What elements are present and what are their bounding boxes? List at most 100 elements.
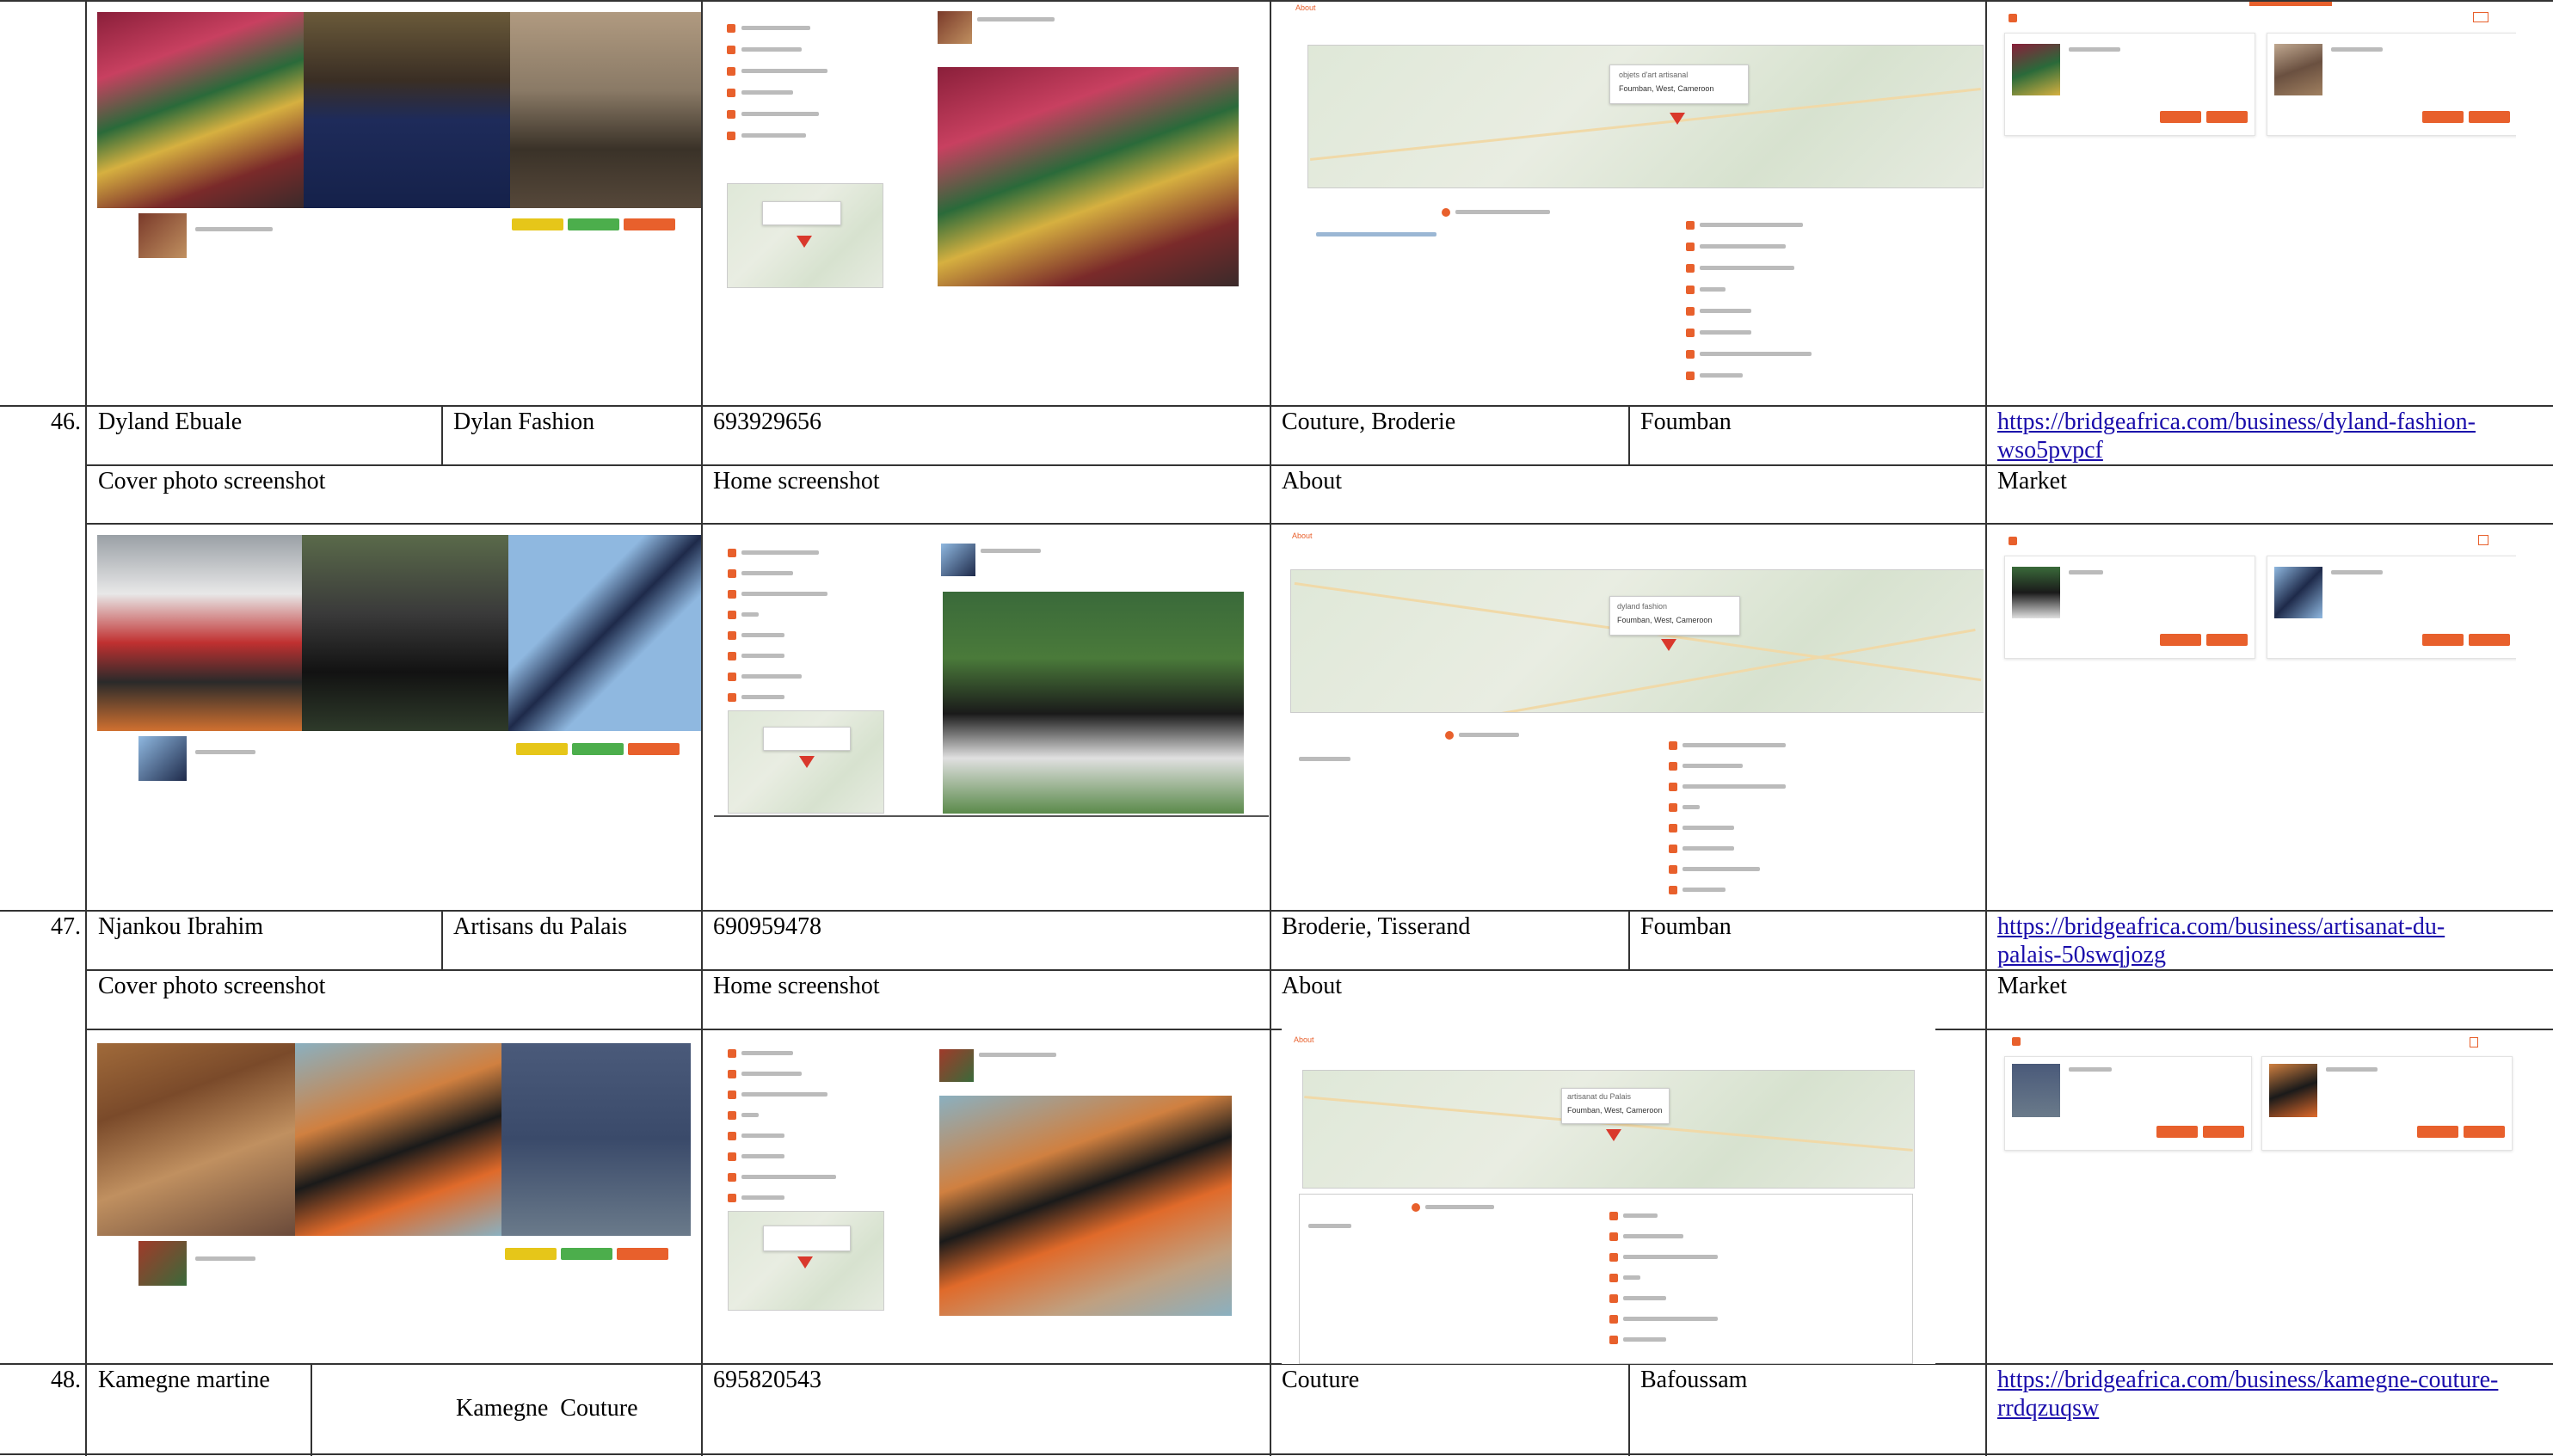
info-line bbox=[741, 633, 784, 637]
buy-now-button[interactable] bbox=[2160, 111, 2201, 123]
active-tab-indicator bbox=[2249, 2, 2332, 6]
business-link[interactable]: https://bridgeafrica.com/business/dyland… bbox=[1997, 408, 2476, 437]
phone-icon bbox=[1686, 329, 1695, 337]
row-number: 46. bbox=[51, 409, 81, 435]
buy-now-button[interactable] bbox=[2417, 1126, 2458, 1138]
info-line bbox=[1623, 1234, 1683, 1238]
info-line bbox=[1683, 888, 1726, 892]
info-line bbox=[741, 1133, 784, 1138]
info-line bbox=[1308, 1224, 1351, 1228]
cover-screenshot bbox=[97, 1043, 691, 1238]
business-link[interactable]: https://bridgeafrica.com/business/artisa… bbox=[1997, 912, 2445, 942]
product-card[interactable] bbox=[2004, 556, 2255, 659]
map-pin-icon bbox=[1606, 1129, 1621, 1141]
row-divider bbox=[0, 910, 2553, 912]
row-divider bbox=[0, 405, 2553, 407]
avatar bbox=[939, 1049, 974, 1082]
post-photo bbox=[938, 67, 1239, 286]
product-card[interactable] bbox=[2267, 33, 2516, 136]
phone-number: 693929656 bbox=[713, 409, 821, 435]
phone-icon bbox=[1669, 824, 1677, 832]
info-line bbox=[1700, 287, 1726, 292]
add-to-cart-button[interactable] bbox=[2206, 111, 2248, 123]
add-to-cart-button[interactable] bbox=[2469, 111, 2510, 123]
cover-screenshot bbox=[97, 12, 701, 210]
shirt-photo bbox=[508, 535, 701, 731]
add-to-cart-button[interactable] bbox=[2206, 634, 2248, 646]
map-popup: dyland fashion Foumban, West, Cameroon bbox=[1609, 596, 1740, 636]
product-image bbox=[2269, 1064, 2317, 1117]
follow-button[interactable] bbox=[516, 743, 568, 755]
add-product-button[interactable] bbox=[2478, 535, 2489, 545]
info-line bbox=[1700, 330, 1751, 335]
buy-now-button[interactable] bbox=[2422, 111, 2464, 123]
col-divider bbox=[85, 0, 87, 1456]
col-divider bbox=[1628, 1363, 1630, 1456]
product-card[interactable] bbox=[2261, 1056, 2513, 1151]
message-button[interactable] bbox=[572, 743, 624, 755]
about-tab-label: About bbox=[1292, 531, 1313, 540]
row-divider bbox=[0, 1453, 2553, 1455]
contact-button[interactable] bbox=[617, 1248, 668, 1260]
row-divider bbox=[0, 1363, 2553, 1365]
info-line bbox=[1425, 1205, 1494, 1209]
add-to-cart-button[interactable] bbox=[2203, 1126, 2244, 1138]
add-product-button[interactable] bbox=[2470, 1037, 2478, 1047]
info-line bbox=[741, 47, 802, 52]
outfit-photo bbox=[97, 535, 302, 731]
about-screenshot: About objets d'art artisanal Foumban, We… bbox=[1282, 2, 1984, 397]
user-icon bbox=[1609, 1232, 1618, 1241]
product-image bbox=[2274, 567, 2322, 618]
about-details-panel bbox=[1299, 1194, 1913, 1364]
search-icon bbox=[727, 46, 735, 54]
post-photo bbox=[943, 592, 1244, 814]
business-link[interactable]: https://bridgeafrica.com/business/kamegn… bbox=[1997, 1366, 2498, 1395]
follow-button[interactable] bbox=[512, 218, 563, 230]
email-icon bbox=[1686, 286, 1695, 294]
map-popup bbox=[763, 727, 851, 751]
info-line bbox=[1683, 805, 1700, 809]
screenshot-border bbox=[714, 815, 1269, 817]
business-link-cont[interactable]: rrdqzuqsw bbox=[1997, 1394, 2099, 1423]
product-card[interactable] bbox=[2004, 1056, 2252, 1151]
add-to-cart-button[interactable] bbox=[2469, 634, 2510, 646]
city: Foumban bbox=[1640, 409, 1732, 435]
map-popup: artisanat du Palais Foumban, West, Camer… bbox=[1561, 1088, 1670, 1124]
business-link-cont[interactable]: palais-50swqjozg bbox=[1997, 941, 2166, 970]
about-screenshot: About artisanat du Palais Foumban, West,… bbox=[1282, 1029, 1935, 1364]
info-line bbox=[741, 1051, 793, 1055]
product-card[interactable] bbox=[2267, 556, 2516, 659]
market-screenshot bbox=[2000, 2, 2516, 174]
phone-icon bbox=[1669, 845, 1677, 853]
product-card[interactable] bbox=[2004, 33, 2255, 136]
list-icon bbox=[1609, 1212, 1618, 1220]
map-popup-title: artisanat du Palais bbox=[1567, 1092, 1632, 1101]
business-link-cont[interactable]: wso5pvpcf bbox=[1997, 436, 2103, 465]
col-divider bbox=[701, 0, 703, 1456]
add-to-cart-button[interactable] bbox=[2464, 1126, 2505, 1138]
business-name: Kamegne Couture bbox=[456, 1395, 638, 1422]
follow-button[interactable] bbox=[505, 1248, 557, 1260]
product-name-line bbox=[2069, 1067, 2112, 1072]
title-line bbox=[977, 17, 1055, 22]
phone-icon bbox=[1686, 307, 1695, 316]
buy-now-button[interactable] bbox=[2156, 1126, 2198, 1138]
info-line bbox=[1683, 867, 1760, 871]
map-popup bbox=[762, 201, 841, 225]
location-icon bbox=[727, 67, 735, 76]
contact-button[interactable] bbox=[628, 743, 680, 755]
contact-button[interactable] bbox=[624, 218, 675, 230]
buy-now-button[interactable] bbox=[2160, 634, 2201, 646]
info-line bbox=[1700, 373, 1743, 378]
product-name-line bbox=[2069, 47, 2120, 52]
location-icon bbox=[1686, 264, 1695, 273]
map-popup-location: Foumban, West, Cameroon bbox=[1619, 84, 1714, 93]
message-button[interactable] bbox=[561, 1248, 612, 1260]
map-pin-icon bbox=[1661, 639, 1676, 651]
avatar bbox=[138, 736, 187, 781]
add-product-button[interactable] bbox=[2473, 12, 2489, 22]
phone-number: 695820543 bbox=[713, 1367, 821, 1393]
message-button[interactable] bbox=[568, 218, 619, 230]
buy-now-button[interactable] bbox=[2422, 634, 2464, 646]
bag-photo bbox=[295, 1043, 501, 1236]
